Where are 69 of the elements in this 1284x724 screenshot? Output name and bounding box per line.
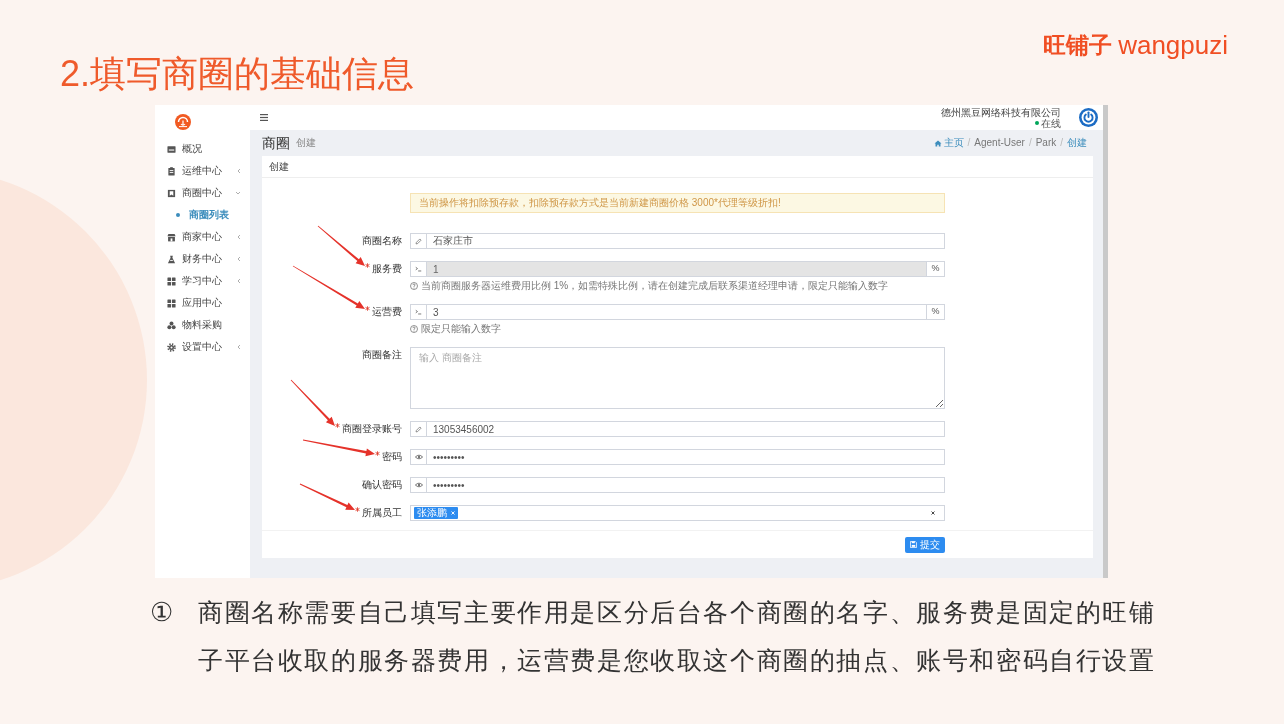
form-label: 密码 [382, 451, 402, 463]
grid-icon [167, 276, 176, 286]
password-field[interactable]: ••••••••• [427, 449, 945, 465]
form-label: 商圈名称 [362, 235, 402, 247]
breadcrumb-separator: / [1060, 137, 1063, 149]
logo-latin-text: wangpuzi [1118, 32, 1228, 58]
dot-icon [176, 213, 180, 217]
text-field[interactable]: 石家庄市 [427, 233, 945, 249]
unit-label: % [927, 304, 945, 320]
password-field[interactable]: ••••••••• [427, 477, 945, 493]
sidebar-item[interactable]: 物料采购 [155, 314, 250, 336]
sidebar-item[interactable]: 学习中心 [155, 270, 250, 292]
pencil-icon [410, 233, 427, 249]
company-name: 德州黑豆网络科技有限公司 [941, 106, 1061, 118]
sidebar-item[interactable]: 概况 [155, 138, 250, 160]
help-icon [410, 325, 418, 333]
eye-icon[interactable] [410, 477, 427, 493]
flask-icon [167, 254, 176, 264]
textarea-field[interactable]: 输入 商圈备注 [410, 347, 945, 409]
menu-icon[interactable] [260, 114, 268, 121]
help-icon [410, 282, 418, 290]
save-icon [910, 541, 917, 548]
slide-title: 2.填写商圈的基础信息 [60, 52, 415, 96]
grid-icon [167, 298, 176, 308]
help-text: 当前商圈服务器运维费用比例 1%，如需特殊比例，请在创建完成后联系渠道经理申请，限定只能输入数字 [421, 280, 889, 292]
scrollbar[interactable] [1103, 105, 1108, 578]
eye-icon[interactable] [410, 449, 427, 465]
form-label: 商圈登录账号 [342, 423, 402, 435]
card-title: 创建 [269, 160, 289, 173]
sidebar-item[interactable]: 设置中心 [155, 336, 250, 358]
caption-text: 商圈名称需要自己填写主要作用是区分后台各个商圈的名字、服务费是固定的旺铺子平台收取的服务器费用，运营费是您收取这个商圈的抽点、账号和密码自行设置 [198, 597, 1157, 676]
breadcrumb-link[interactable]: Agent-User [974, 137, 1025, 149]
status-text: 在线 [1041, 117, 1061, 129]
home-icon [933, 139, 942, 147]
close-icon[interactable] [931, 511, 935, 515]
submenu-item[interactable]: 商圈列表 [155, 204, 250, 226]
help-text: 限定只能输入数字 [421, 323, 501, 335]
page-title: 商圈 [262, 135, 290, 151]
cubes-icon [167, 320, 176, 330]
number-field[interactable]: 3 [427, 304, 927, 320]
clipboard-icon [167, 166, 176, 176]
page-subtitle: 创建 [296, 137, 316, 149]
sidebar-item[interactable]: 应用中心 [155, 292, 250, 314]
breadcrumb-separator: / [1028, 137, 1032, 149]
breadcrumb-separator: / [967, 137, 971, 149]
breadcrumb-link[interactable]: Park [1035, 137, 1057, 149]
bookmark-icon [167, 188, 176, 198]
logo-icon[interactable] [175, 113, 191, 130]
form-label: 商圈备注 [362, 349, 402, 361]
form-label: 所属员工 [362, 507, 402, 519]
power-icon[interactable] [1079, 108, 1098, 127]
store-icon [167, 232, 176, 242]
gear-icon [167, 342, 176, 352]
monitor-icon [167, 144, 176, 154]
sidebar-item[interactable]: 商圈中心 [155, 182, 250, 204]
sidebar-item[interactable]: 商家中心 [155, 226, 250, 248]
pencil-icon [410, 421, 427, 437]
text-field[interactable]: 13053456002 [427, 421, 945, 437]
list-marker: ① [150, 596, 174, 629]
sidebar-item[interactable]: 运维中心 [155, 160, 250, 182]
logo-chinese-text: 旺铺子 [1043, 32, 1113, 58]
terminal-icon [410, 304, 427, 320]
terminal-icon [410, 261, 427, 277]
sidebar-item[interactable]: 财务中心 [155, 248, 250, 270]
form-label: 服务费 [372, 263, 402, 275]
unit-label: % [927, 261, 945, 277]
alert-message: 当前操作将扣除预存款，扣除预存款方式是当前新建商圈价格 3000*代理等级折扣! [410, 193, 945, 213]
form-label: 运营费 [372, 306, 402, 318]
form-label: 确认密码 [362, 479, 402, 491]
